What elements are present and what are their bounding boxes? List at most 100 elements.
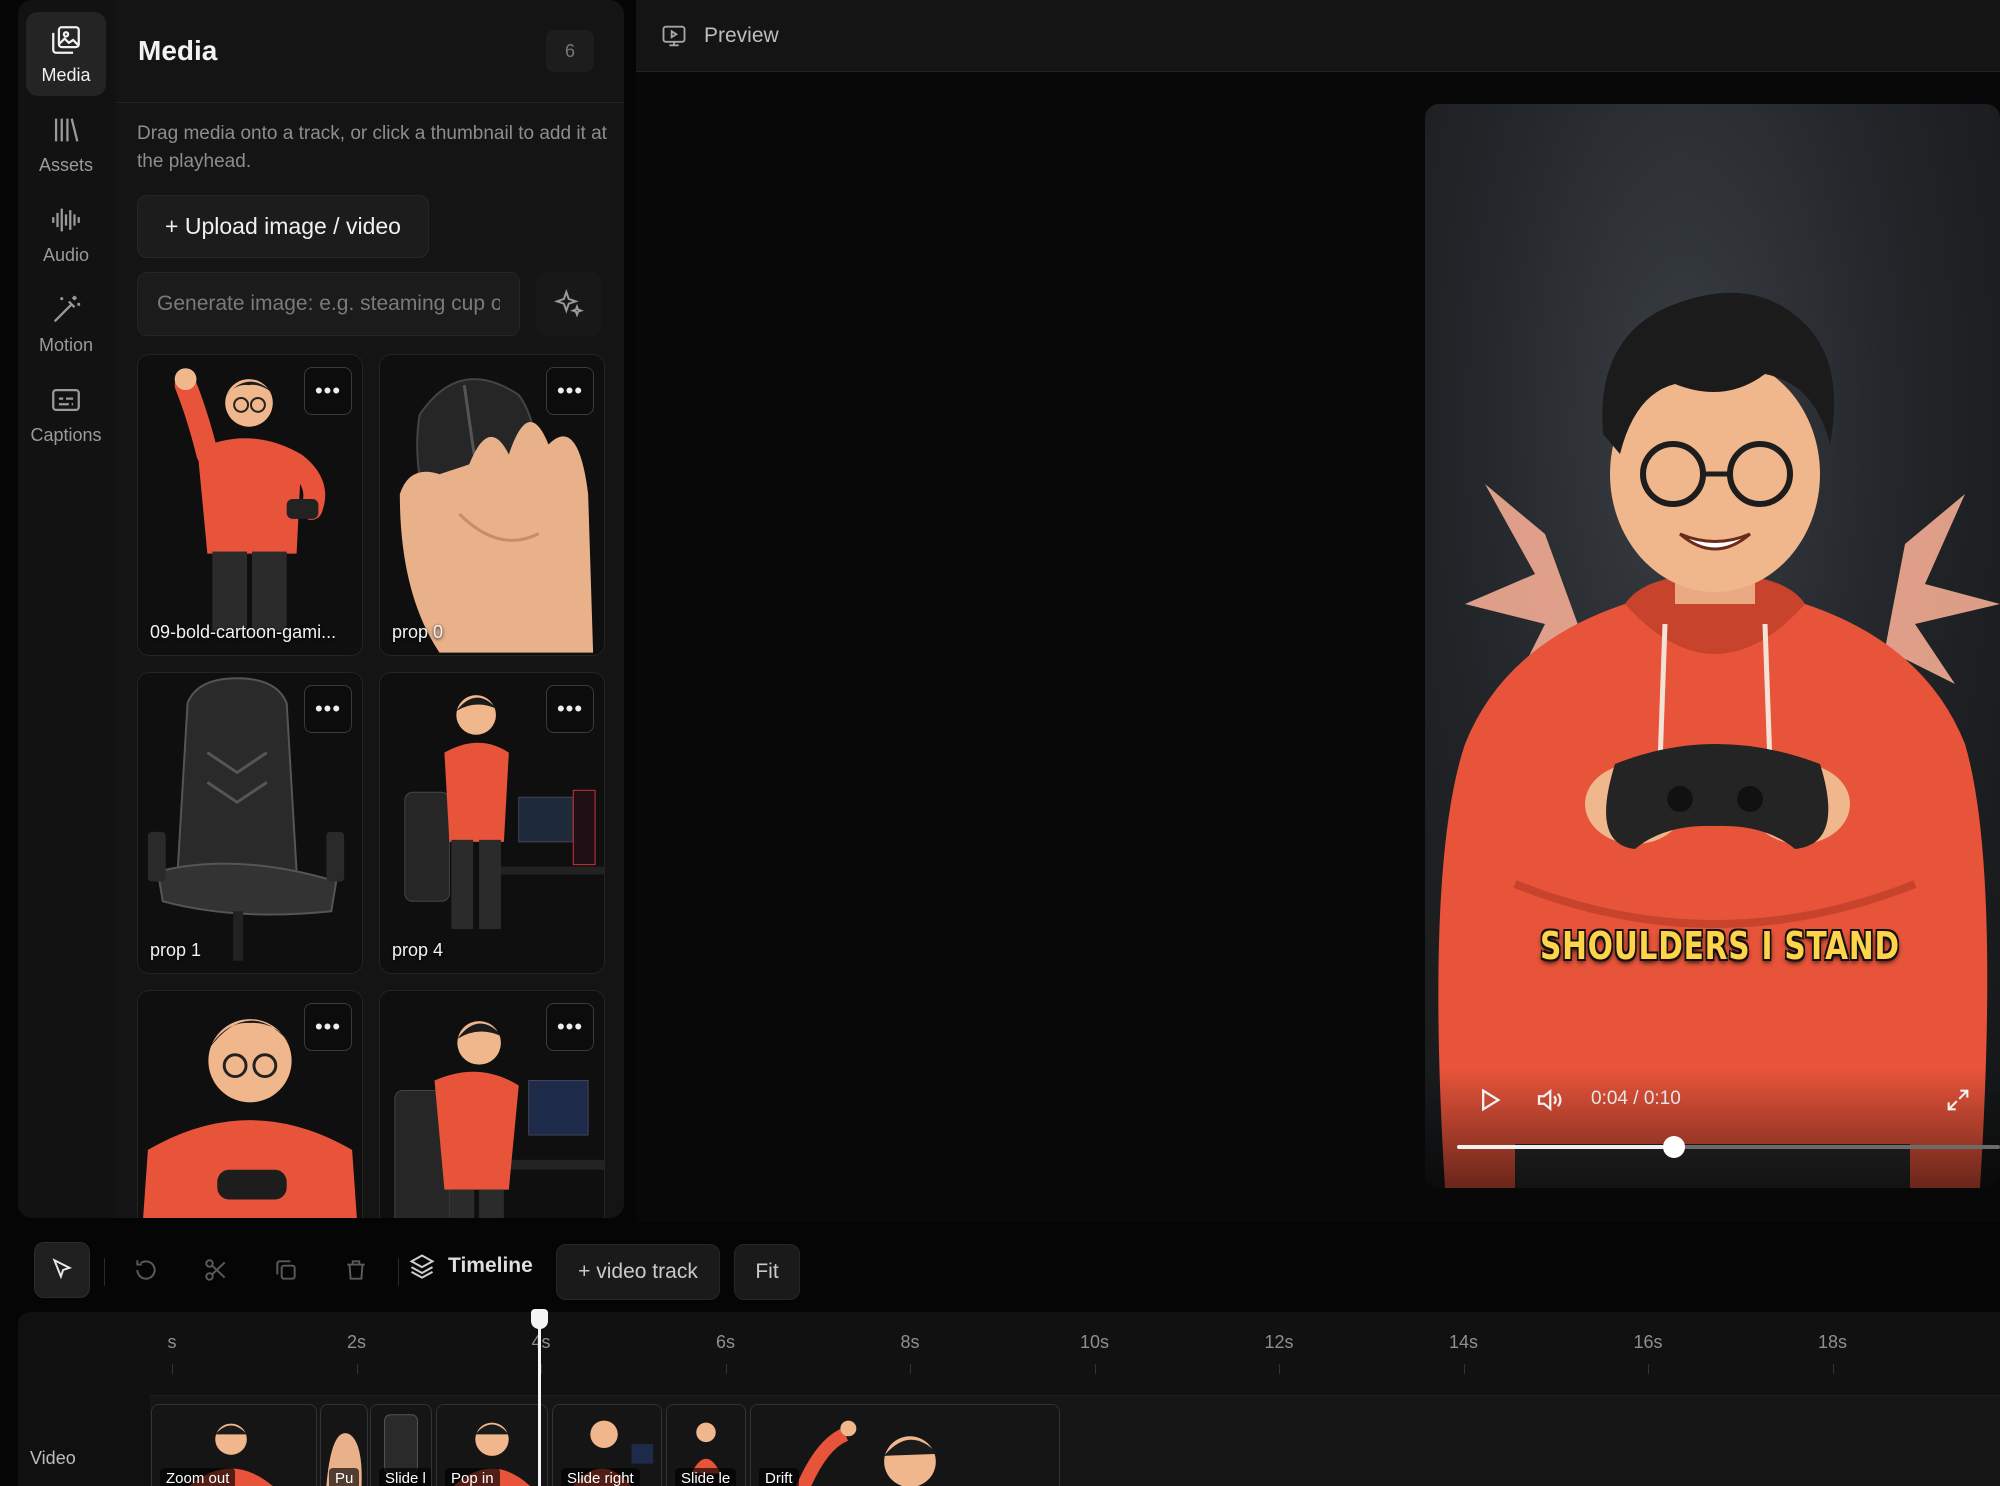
timeline-clip[interactable]: Pop in: [436, 1404, 548, 1486]
timeline-panel: s2s4s6s8s10s12s14s16s18s20s Video Zoom o…: [18, 1312, 2000, 1486]
ruler-tick-label: 14s: [1448, 1332, 1479, 1352]
cursor-icon: [52, 1258, 73, 1280]
captions-icon: [52, 388, 80, 411]
timeline-clip[interactable]: Zoom out: [151, 1404, 317, 1486]
sidebar-item-media[interactable]: Media: [26, 12, 106, 96]
media-thumbnail[interactable]: 09-bold-cartoon-gami... •••: [137, 354, 363, 656]
magic-wand-icon: [53, 295, 81, 322]
media-thumbnail[interactable]: prop 4 •••: [379, 672, 605, 974]
expand-icon: [1947, 1089, 1969, 1111]
ruler-tick-label: 18s: [1817, 1332, 1848, 1352]
duplicate-button[interactable]: [258, 1242, 314, 1298]
clip-name: Drift: [759, 1468, 799, 1486]
image-stack-icon: [52, 25, 80, 54]
add-video-track-button[interactable]: + video track: [556, 1244, 720, 1300]
media-hint: Drag media onto a track, or click a thum…: [137, 123, 607, 172]
clip-name: Pu: [329, 1468, 360, 1486]
sidebar-item-assets[interactable]: Assets: [26, 102, 106, 186]
video-controls: 0:04 / 0:10: [1425, 1068, 2000, 1188]
upload-button[interactable]: + Upload image / video: [137, 195, 429, 258]
timeline-ruler[interactable]: s2s4s6s8s10s12s14s16s18s20s: [150, 1312, 2000, 1396]
volume-button[interactable]: [1529, 1080, 1569, 1120]
more-options-button[interactable]: •••: [304, 1003, 352, 1051]
media-count-badge: 6: [546, 30, 594, 72]
ruler-tick-mark: [725, 1364, 727, 1374]
track-label: Video: [30, 1448, 76, 1468]
playback-scrubber[interactable]: [1457, 1136, 2000, 1158]
ruler-tick-label: 12s: [1264, 1332, 1294, 1352]
volume-icon: [1537, 1088, 1562, 1112]
scrubber-progress: [1457, 1145, 1675, 1149]
sidebar-item-label: Assets: [38, 154, 94, 175]
thumbnail-label: prop 1: [150, 940, 202, 960]
preview-title: Preview: [704, 23, 779, 47]
thumbnail-label: prop 4: [392, 940, 444, 960]
ruler-tick-mark: [172, 1364, 173, 1374]
ruler-tick-label: 10s: [1079, 1332, 1110, 1352]
media-thumbnail[interactable]: •••: [379, 990, 605, 1218]
timeline-clip[interactable]: Slide right: [552, 1404, 662, 1486]
scrubber-handle[interactable]: [1663, 1136, 1686, 1158]
ruler-tick-label: 2s: [346, 1332, 367, 1352]
more-options-button[interactable]: •••: [304, 685, 352, 733]
media-thumbnail[interactable]: prop 0 •••: [379, 354, 605, 656]
ruler-tick-mark: [1094, 1364, 1096, 1374]
undo-button[interactable]: [118, 1242, 174, 1298]
play-button[interactable]: [1469, 1080, 1509, 1120]
more-options-button[interactable]: •••: [546, 367, 594, 415]
video-caption: SHOULDERS I STAND: [1540, 924, 1900, 968]
ruler-tick-mark: [1463, 1364, 1465, 1374]
playhead-line[interactable]: [538, 1312, 541, 1486]
sidebar-item-audio[interactable]: Audio: [26, 192, 106, 276]
sidebar-item-motion[interactable]: Motion: [26, 282, 106, 366]
more-options-button[interactable]: •••: [304, 367, 352, 415]
sidebar-item-label: Audio: [42, 244, 90, 265]
ruler-tick-label: 8s: [900, 1332, 920, 1352]
timeline-clip[interactable]: Drift: [750, 1404, 1060, 1486]
generate-button[interactable]: [536, 272, 602, 336]
fit-button[interactable]: Fit: [734, 1244, 800, 1300]
timeline-clip[interactable]: Slide l: [370, 1404, 432, 1486]
more-options-button[interactable]: •••: [546, 1003, 594, 1051]
timeline-title: Timeline: [408, 1252, 533, 1280]
sidebar-rail: Media Assets Audio Motion Captions: [18, 0, 116, 1218]
split-button[interactable]: [188, 1242, 244, 1298]
timeline-clip[interactable]: Pu: [320, 1404, 368, 1486]
monitor-play-icon: [662, 25, 686, 46]
ruler-tick-label: s: [167, 1332, 177, 1352]
sidebar-item-label: Motion: [38, 334, 94, 355]
media-thumbnail[interactable]: prop 1 •••: [137, 672, 363, 974]
ruler-tick-mark: [1648, 1364, 1649, 1374]
clip-name: Zoom out: [160, 1468, 236, 1486]
sparkle-icon: [553, 288, 584, 318]
playback-time: 0:04 / 0:10: [1591, 1088, 1681, 1109]
media-panel: Media 6 Drag media onto a track, or clic…: [116, 0, 624, 1218]
ruler-tick-label: 16s: [1633, 1332, 1663, 1352]
undo-icon: [136, 1260, 156, 1280]
thumbnail-label: prop 0: [392, 622, 444, 642]
sidebar-item-captions[interactable]: Captions: [26, 372, 106, 456]
preview-header: Preview: [636, 0, 2000, 72]
clip-name: Slide l: [379, 1468, 431, 1486]
panel-title: Media: [138, 35, 218, 66]
toolbar-divider: [398, 1258, 399, 1286]
timeline-toolbar: Timeline + video track Fit: [18, 1232, 2000, 1312]
sidebar-item-label: Captions: [30, 424, 102, 445]
clip-name: Pop in: [445, 1468, 500, 1486]
ruler-tick-mark: [356, 1364, 358, 1374]
select-tool-button[interactable]: [34, 1242, 90, 1298]
timeline-clip[interactable]: Slide le: [666, 1404, 746, 1486]
trash-icon: [347, 1260, 365, 1280]
clip-name: Slide right: [561, 1468, 640, 1486]
clip-name: Slide le: [675, 1468, 737, 1486]
more-options-button[interactable]: •••: [546, 685, 594, 733]
ruler-tick-label: 4s: [531, 1332, 551, 1352]
video-player[interactable]: SHOULDERS I STAND 0:04 / 0:10: [1425, 104, 2000, 1188]
media-thumbnail[interactable]: •••: [137, 990, 363, 1218]
copy-icon: [276, 1260, 296, 1280]
playhead-handle[interactable]: [531, 1309, 548, 1329]
fullscreen-button[interactable]: [1938, 1080, 1978, 1120]
delete-button[interactable]: [328, 1242, 384, 1298]
waveform-icon: [52, 208, 80, 231]
generate-image-input[interactable]: [137, 272, 520, 336]
